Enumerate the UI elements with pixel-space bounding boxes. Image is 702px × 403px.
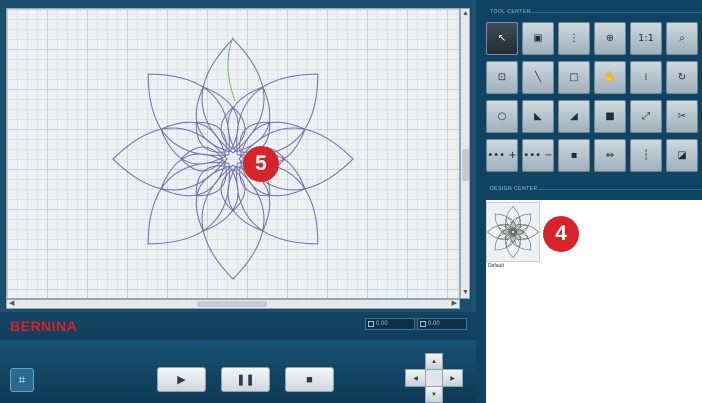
callout-badge-5: 5 bbox=[243, 146, 279, 182]
stop-button[interactable]: ■ bbox=[285, 367, 334, 392]
triangle-tool-button[interactable]: ◢ bbox=[558, 100, 590, 133]
needle-tool-icon: ╲ bbox=[534, 72, 542, 83]
direction-pad: ▲ ◀ ▶ ▼ bbox=[405, 353, 463, 403]
frame-tool-icon: □ bbox=[569, 72, 579, 83]
cut-tool-icon: ✂ bbox=[677, 111, 687, 122]
select-tool-icon: ↖ bbox=[497, 33, 507, 44]
design-canvas[interactable]: 5 bbox=[6, 8, 460, 299]
stitch-plus-tool-icon: ••• + bbox=[487, 150, 517, 161]
brand-logo: BERNINA bbox=[10, 318, 78, 334]
zoom-100-tool-icon: 1:1 bbox=[637, 33, 655, 44]
design-thumbnail-flower-icon bbox=[487, 206, 539, 258]
stitch-points-tool-icon: ⁞ bbox=[644, 72, 648, 83]
tool-center-title: TOOL CENTER bbox=[490, 9, 531, 15]
move-left-button[interactable]: ◀ bbox=[405, 369, 426, 387]
ruler-tool-button[interactable]: ┆ bbox=[630, 139, 662, 172]
machine-tool-button[interactable]: ⊡ bbox=[486, 61, 518, 94]
zoom-in-tool-icon: ⊕ bbox=[605, 33, 615, 44]
square-tool-icon: ■ bbox=[605, 111, 615, 122]
dpad-center bbox=[425, 369, 443, 387]
ruler-tool-icon: ┆ bbox=[642, 150, 650, 161]
stitch-points-tool-button[interactable]: ⁞ bbox=[630, 61, 662, 94]
right-panel: TOOL CENTER ↖ ▣ ⋮ ⊕ 1:1 ⌕ ⊡ ╲ □ ✋ ⁞ ↻ ○ ◣ ◢ ■ ⤢ ✂ ••• + •••… bbox=[476, 0, 702, 403]
tool-grid: ↖ ▣ ⋮ ⊕ 1:1 ⌕ ⊡ ╲ □ ✋ ⁞ ↻ ○ ◣ ◢ ■ ⤢ ✂ ••• + ••• − ▪ ⇔ ┆ ◪ bbox=[486, 22, 702, 172]
y-coordinate-readout: 0.00 bbox=[417, 318, 467, 330]
circle-tool-icon: ○ bbox=[497, 111, 507, 122]
node-tool-icon: ▣ bbox=[533, 33, 543, 44]
machine-tool-icon: ⊡ bbox=[497, 72, 507, 83]
scroll-right-arrow-icon[interactable]: ▶ bbox=[452, 300, 457, 308]
move-up-button[interactable]: ▲ bbox=[425, 353, 443, 370]
select-tool-button[interactable]: ↖ bbox=[486, 22, 518, 55]
canvas-frame: 5 ▲ ▼ ◀ ▶ bbox=[0, 0, 476, 312]
design-thumbnail-label: Default bbox=[488, 263, 504, 269]
vertical-scroll-thumb[interactable] bbox=[462, 149, 469, 181]
move-layer-tool-icon: ⋮ bbox=[569, 33, 579, 44]
mirror-tool-button[interactable]: ◣ bbox=[522, 100, 554, 133]
design-center-divider bbox=[534, 189, 702, 190]
resize-tool-button[interactable]: ◪ bbox=[666, 139, 698, 172]
layer-tool-icon: ▪ bbox=[570, 150, 578, 161]
link-tool-icon: ⇔ bbox=[605, 150, 615, 161]
crop-icon: ⌗ bbox=[18, 372, 26, 387]
x-coordinate-value: 0.00 bbox=[376, 321, 388, 327]
move-layer-tool-button[interactable]: ⋮ bbox=[558, 22, 590, 55]
move-down-button[interactable]: ▼ bbox=[425, 386, 443, 403]
resize-tool-icon: ◪ bbox=[677, 150, 687, 161]
vertical-scrollbar[interactable]: ▲ ▼ bbox=[460, 8, 470, 299]
crop-button[interactable]: ⌗ bbox=[10, 368, 34, 392]
tool-center-divider bbox=[530, 12, 702, 13]
zoom-tool-icon: ⌕ bbox=[679, 33, 685, 44]
needle-tool-button[interactable]: ╲ bbox=[522, 61, 554, 94]
zoom-in-tool-button[interactable]: ⊕ bbox=[594, 22, 626, 55]
x-coordinate-readout: 0.00 bbox=[365, 318, 415, 330]
design-thumbnail[interactable] bbox=[486, 202, 540, 262]
horizontal-scroll-thumb[interactable] bbox=[197, 301, 267, 307]
rotate-tool-button[interactable]: ↻ bbox=[666, 61, 698, 94]
zoom-tool-button[interactable]: ⌕ bbox=[666, 22, 698, 55]
link-tool-button[interactable]: ⇔ bbox=[594, 139, 626, 172]
triangle-tool-icon: ◢ bbox=[570, 111, 578, 122]
node-tool-button[interactable]: ▣ bbox=[522, 22, 554, 55]
callout-badge-4: 4 bbox=[543, 216, 579, 252]
mirror-tool-icon: ◣ bbox=[534, 111, 542, 122]
stitch-minus-tool-icon: ••• − bbox=[523, 150, 553, 161]
zoom-100-tool-button[interactable]: 1:1 bbox=[630, 22, 662, 55]
pan-tool-button[interactable]: ✋ bbox=[594, 61, 626, 94]
layer-tool-button[interactable]: ▪ bbox=[558, 139, 590, 172]
scroll-up-arrow-icon[interactable]: ▲ bbox=[462, 10, 469, 18]
height-icon bbox=[420, 321, 426, 327]
scale-tool-icon: ⤢ bbox=[642, 111, 650, 122]
design-center-title: DESIGN CENTER bbox=[490, 186, 538, 192]
circle-tool-button[interactable]: ○ bbox=[486, 100, 518, 133]
quilting-app: 5 ▲ ▼ ◀ ▶ BERNINA 0.00 0.00 ⌗ ▶ ❚❚ ■ ▲ ◀… bbox=[0, 0, 702, 403]
horizontal-scrollbar[interactable]: ◀ ▶ bbox=[6, 299, 460, 309]
y-coordinate-value: 0.00 bbox=[428, 321, 440, 327]
stitch-minus-tool-button[interactable]: ••• − bbox=[522, 139, 554, 172]
frame-tool-button[interactable]: □ bbox=[558, 61, 590, 94]
scroll-down-arrow-icon[interactable]: ▼ bbox=[462, 289, 469, 297]
pause-icon: ❚❚ bbox=[236, 374, 255, 386]
design-center-area: Default bbox=[486, 200, 702, 403]
stitch-plus-tool-button[interactable]: ••• + bbox=[486, 139, 518, 172]
width-icon bbox=[368, 321, 374, 327]
square-tool-button[interactable]: ■ bbox=[594, 100, 626, 133]
rotate-tool-icon: ↻ bbox=[677, 72, 687, 83]
cut-tool-button[interactable]: ✂ bbox=[666, 100, 698, 133]
scale-tool-button[interactable]: ⤢ bbox=[630, 100, 662, 133]
play-icon: ▶ bbox=[177, 374, 186, 386]
scroll-left-arrow-icon[interactable]: ◀ bbox=[9, 300, 14, 308]
stop-icon: ■ bbox=[306, 373, 313, 386]
pan-tool-icon: ✋ bbox=[603, 72, 617, 83]
flower-design[interactable] bbox=[7, 9, 460, 299]
play-button[interactable]: ▶ bbox=[157, 367, 206, 392]
pause-button[interactable]: ❚❚ bbox=[221, 367, 270, 392]
move-right-button[interactable]: ▶ bbox=[442, 369, 463, 387]
